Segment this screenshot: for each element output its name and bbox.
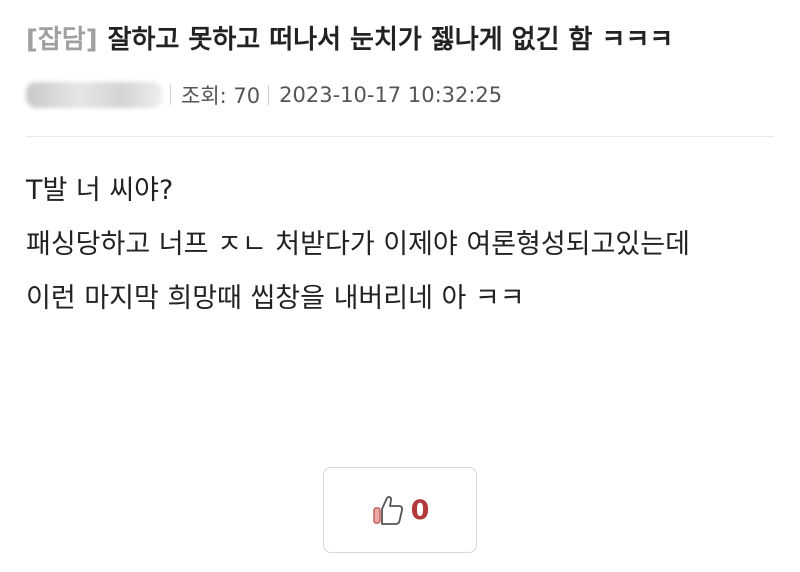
content-line: 패싱당하고 너프 ㅈㄴ 처받다가 이제야 여론형성되고있는데 bbox=[26, 229, 690, 260]
post-category: [잡담] bbox=[26, 25, 98, 55]
post-content: T발 너 씨야? 패싱당하고 너프 ㅈㄴ 처받다가 이제야 여론형성되고있는데 … bbox=[26, 164, 774, 326]
author-name-blurred bbox=[26, 82, 162, 108]
post-title: [잡담] 잘하고 못하고 떠나서 눈치가 젫나게 없긴 함 ㅋㅋㅋ bbox=[26, 22, 780, 58]
thumbs-up-icon bbox=[371, 493, 405, 527]
content-line: 이런 마지막 희망때 씹창을 내버리네 아 ㅋㅋ bbox=[26, 283, 525, 314]
meta-divider bbox=[170, 85, 171, 105]
view-count: 조회: 70 bbox=[181, 84, 261, 108]
post-header: [잡담] 잘하고 못하고 떠나서 눈치가 젫나게 없긴 함 ㅋㅋㅋ bbox=[26, 22, 780, 58]
post-datetime: 2023-10-17 10:32:25 bbox=[279, 83, 503, 107]
content-line: T발 너 씨야? bbox=[26, 175, 174, 206]
post-meta: 조회: 70 2023-10-17 10:32:25 bbox=[26, 80, 502, 110]
like-button[interactable]: 0 bbox=[323, 467, 477, 553]
like-count: 0 bbox=[410, 494, 430, 526]
meta-divider bbox=[268, 85, 270, 105]
post-title-text: 잘하고 못하고 떠나서 눈치가 젫나게 없긴 함 ㅋㅋㅋ bbox=[107, 25, 674, 55]
header-divider bbox=[26, 136, 774, 137]
